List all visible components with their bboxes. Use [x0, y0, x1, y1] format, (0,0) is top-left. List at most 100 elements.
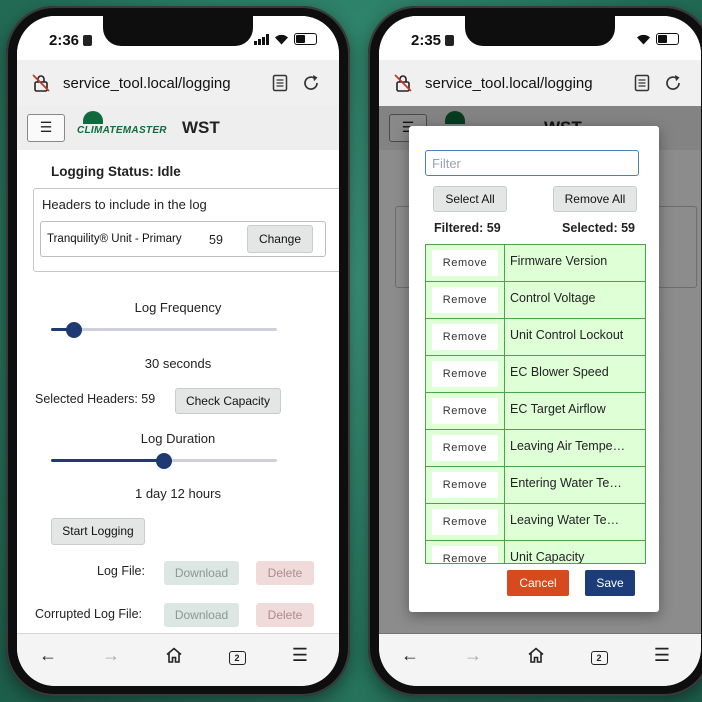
status-icons [254, 33, 317, 45]
corrupted-log-file-label: Corrupted Log File: [35, 607, 143, 621]
log-duration-value: 1 day 12 hours [134, 486, 221, 501]
browser-url-bar: service_tool.local/logging [379, 60, 701, 106]
log-frequency-label: Log Frequency [134, 300, 222, 315]
select-all-button[interactable]: Select All [433, 186, 507, 212]
selected-count: Selected: 59 [562, 221, 635, 235]
header-selection-row: Tranquility® Unit - Primary 59 Change [40, 221, 326, 257]
headers-box: Headers to include in the log Tranquilit… [33, 188, 339, 272]
logo-text: CLIMATEMASTER [77, 125, 167, 136]
tabs-count: 2 [228, 651, 246, 665]
log-file-delete-button[interactable]: Delete [256, 561, 314, 585]
reload-icon[interactable] [301, 73, 321, 93]
url-text[interactable]: service_tool.local/logging [425, 75, 593, 92]
header-row: Remove EC Blower Speed [426, 356, 645, 393]
signal-icon [254, 33, 269, 45]
phone-right: 2:35 service_tool.local/logging ☰ Filter… [368, 6, 702, 696]
log-frequency-thumb[interactable] [66, 322, 82, 338]
header-row: Remove Leaving Air Tempe… [426, 430, 645, 467]
filtered-count: Filtered: 59 [434, 221, 501, 235]
browser-url-bar: service_tool.local/logging [17, 60, 339, 106]
logging-page: Logging Status: Idle Headers to include … [17, 150, 339, 634]
log-duration-slider[interactable] [51, 451, 277, 471]
unit-name: Tranquility® Unit - Primary [47, 233, 182, 245]
check-capacity-button[interactable]: Check Capacity [175, 388, 281, 414]
status-time: 2:36 [49, 32, 93, 49]
lock-icon [83, 35, 93, 46]
remove-header-button[interactable]: Remove [432, 324, 498, 350]
corrupted-log-delete-button[interactable]: Delete [256, 603, 314, 627]
insecure-lock-icon[interactable] [31, 73, 51, 93]
remove-header-button[interactable]: Remove [432, 472, 498, 498]
back-arrow-icon[interactable]: ← [33, 644, 63, 666]
cancel-button[interactable]: Cancel [507, 570, 569, 596]
battery-icon [656, 33, 679, 45]
header-row: Remove Unit Capacity [426, 541, 645, 563]
lock-icon [445, 35, 455, 46]
insecure-lock-icon[interactable] [393, 73, 413, 93]
log-duration-thumb[interactable] [156, 453, 172, 469]
remove-header-button[interactable]: Remove [432, 398, 498, 424]
remove-header-button[interactable]: Remove [432, 361, 498, 387]
header-name: Leaving Water Te… [510, 513, 620, 527]
remove-header-button[interactable]: Remove [432, 546, 498, 563]
tabs-icon[interactable]: 2 [222, 644, 252, 666]
header-row: Remove Firmware Version [426, 245, 645, 282]
wifi-icon [637, 34, 650, 44]
header-count: 59 [209, 233, 223, 247]
header-row: Remove Control Voltage [426, 282, 645, 319]
log-frequency-slider[interactable] [51, 320, 277, 340]
browser-bottom-nav: ← → 2 ☰ [379, 633, 701, 686]
phone-left: 2:36 service_tool.local/logging ☰ CLIMAT… [6, 6, 350, 696]
header-name: Unit Control Lockout [510, 328, 624, 342]
wifi-icon [275, 34, 288, 44]
log-duration-label: Log Duration [140, 431, 216, 446]
log-file-download-button[interactable]: Download [164, 561, 239, 585]
screen-right: 2:35 service_tool.local/logging ☰ Filter… [379, 16, 701, 686]
menu-icon[interactable]: ☰ [285, 644, 315, 666]
header-row: Remove Unit Control Lockout [426, 319, 645, 356]
app-header: ☰ CLIMATEMASTER WST [17, 106, 339, 151]
header-name: EC Blower Speed [510, 365, 609, 379]
menu-icon[interactable]: ☰ [647, 644, 677, 666]
reader-icon[interactable] [634, 74, 650, 92]
notch [103, 16, 253, 46]
log-frequency-track [51, 328, 277, 331]
log-frequency-value: 30 seconds [144, 356, 212, 371]
logging-status: Logging Status: Idle [51, 164, 181, 179]
save-button[interactable]: Save [585, 570, 635, 596]
log-duration-fill [51, 459, 164, 462]
app-title: WST [182, 118, 220, 137]
corrupted-log-download-button[interactable]: Download [164, 603, 239, 627]
tabs-icon[interactable]: 2 [584, 644, 614, 666]
header-list[interactable]: Remove Firmware Version Remove Control Vol… [425, 244, 646, 564]
forward-arrow-icon[interactable]: → [96, 644, 126, 666]
filter-input[interactable] [425, 150, 639, 176]
remove-all-button[interactable]: Remove All [553, 186, 637, 212]
remove-header-button[interactable]: Remove [432, 435, 498, 461]
change-headers-button[interactable]: Change [247, 225, 313, 253]
remove-header-button[interactable]: Remove [432, 509, 498, 535]
header-row: Remove Entering Water Te… [426, 467, 645, 504]
home-icon[interactable] [521, 644, 551, 666]
back-arrow-icon[interactable]: ← [395, 644, 425, 666]
remove-header-button[interactable]: Remove [432, 287, 498, 313]
header-name: Firmware Version [510, 254, 608, 268]
reader-icon[interactable] [272, 74, 288, 92]
browser-bottom-nav: ← → 2 ☰ [17, 633, 339, 686]
hamburger-menu-button[interactable]: ☰ [27, 114, 65, 142]
remove-header-button[interactable]: Remove [432, 250, 498, 276]
selected-headers-text: Selected Headers: 59 [35, 392, 156, 406]
home-icon[interactable] [159, 644, 189, 666]
header-name: Control Voltage [510, 291, 596, 305]
tabs-count: 2 [590, 651, 608, 665]
header-row: Remove EC Target Airflow [426, 393, 645, 430]
forward-arrow-icon[interactable]: → [458, 644, 488, 666]
battery-icon [294, 33, 317, 45]
log-file-label: Log File: [97, 564, 145, 578]
header-name: Leaving Air Tempe… [510, 439, 626, 453]
start-logging-button[interactable]: Start Logging [51, 518, 145, 545]
reload-icon[interactable] [663, 73, 683, 93]
url-text[interactable]: service_tool.local/logging [63, 75, 231, 92]
status-time: 2:35 [411, 32, 455, 49]
status-icons [636, 33, 679, 45]
